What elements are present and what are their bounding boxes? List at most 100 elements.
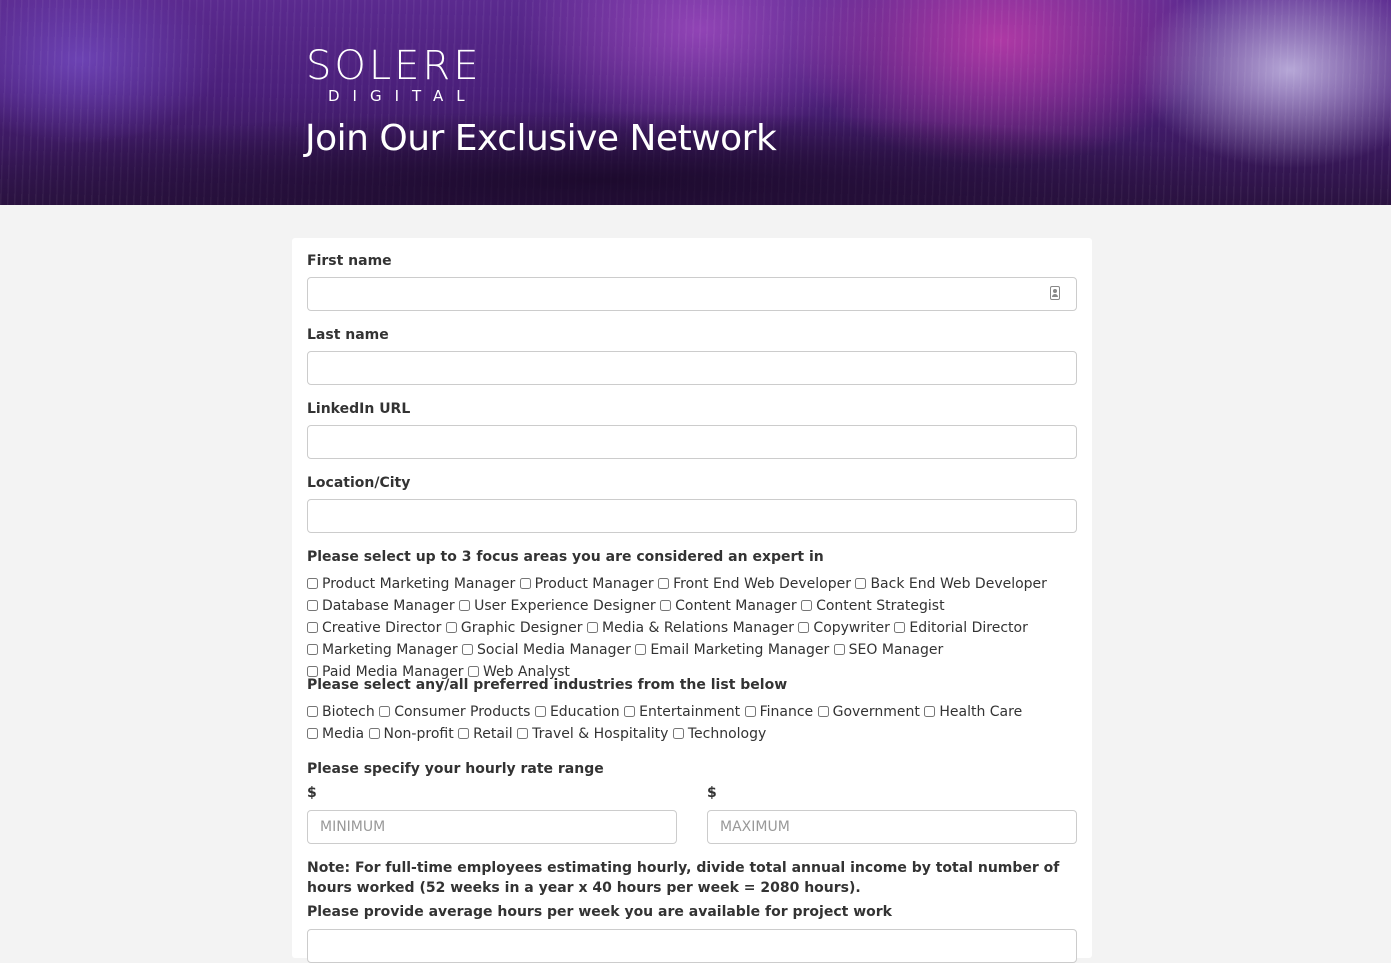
checkbox-option[interactable]: Back End Web Developer: [855, 576, 1047, 592]
logo-sub-text: DIGITAL: [328, 87, 478, 105]
checkbox-option[interactable]: Non-profit: [368, 726, 454, 742]
checkbox[interactable]: [519, 578, 531, 589]
checkbox-label: Creative Director: [322, 620, 442, 636]
checkbox[interactable]: [458, 728, 470, 739]
hourly-note: Note: For full-time employees estimating…: [307, 860, 1060, 896]
checkbox[interactable]: [459, 600, 471, 611]
min-rate-field[interactable]: [307, 810, 677, 844]
checkbox[interactable]: [307, 644, 318, 655]
checkbox-option[interactable]: Social Media Manager: [462, 642, 631, 658]
checkbox[interactable]: [586, 622, 598, 633]
checkbox-option[interactable]: Front End Web Developer: [658, 576, 851, 592]
checkbox[interactable]: [833, 644, 845, 655]
checkbox-option[interactable]: SEO Manager: [833, 642, 944, 658]
checkbox-option[interactable]: User Experience Designer: [459, 598, 656, 614]
checkbox[interactable]: [307, 666, 318, 677]
checkbox-option[interactable]: Health Care: [924, 704, 1022, 720]
checkbox-label: Editorial Director: [909, 620, 1028, 636]
availability-hours-label: Please provide average hours per week yo…: [307, 904, 892, 920]
checkbox-label: Entertainment: [639, 704, 741, 720]
checkbox[interactable]: [744, 706, 756, 717]
location-field[interactable]: [307, 499, 1077, 533]
checkbox[interactable]: [379, 706, 391, 717]
checkbox-option[interactable]: Technology: [672, 726, 767, 742]
availability-hours-input[interactable]: [308, 930, 1076, 962]
checkbox-option[interactable]: Email Marketing Manager: [635, 642, 829, 658]
checkbox[interactable]: [467, 666, 479, 677]
last-name-field[interactable]: [307, 351, 1077, 385]
checkbox-option[interactable]: Entertainment: [624, 704, 740, 720]
checkbox[interactable]: [672, 728, 684, 739]
linkedin-field[interactable]: [307, 425, 1077, 459]
checkbox-label: Non-profit: [383, 726, 454, 742]
checkbox[interactable]: [635, 644, 647, 655]
checkbox-option[interactable]: Finance: [744, 704, 813, 720]
first-name-field[interactable]: [307, 277, 1077, 311]
checkbox-option[interactable]: Graphic Designer: [445, 620, 583, 636]
checkbox[interactable]: [801, 600, 813, 611]
checkbox-option[interactable]: Content Strategist: [801, 598, 945, 614]
checkbox-label: Marketing Manager: [322, 642, 458, 658]
checkbox-label: Social Media Manager: [477, 642, 631, 658]
checkbox-option[interactable]: Content Manager: [660, 598, 797, 614]
checkbox-label: Media & Relations Manager: [601, 620, 794, 636]
checkbox-option[interactable]: Product Manager: [519, 576, 654, 592]
checkbox-label: Technology: [687, 726, 767, 742]
checkbox-option[interactable]: Marketing Manager: [307, 642, 458, 658]
max-rate-field[interactable]: [707, 810, 1077, 844]
checkbox-label: Travel & Hospitality: [532, 726, 669, 742]
availability-hours-field[interactable]: [307, 929, 1077, 963]
checkbox[interactable]: [307, 728, 318, 739]
checkbox-option[interactable]: Product Marketing Manager: [307, 576, 515, 592]
checkbox[interactable]: [307, 600, 318, 611]
checkbox[interactable]: [624, 706, 636, 717]
checkbox-option[interactable]: Consumer Products: [379, 704, 530, 720]
checkbox-option[interactable]: Travel & Hospitality: [517, 726, 668, 742]
checkbox-option[interactable]: Education: [534, 704, 620, 720]
checkbox[interactable]: [368, 728, 380, 739]
location-input[interactable]: [308, 500, 1076, 532]
checkbox[interactable]: [660, 600, 672, 611]
checkbox[interactable]: [855, 578, 867, 589]
checkbox[interactable]: [307, 706, 318, 717]
checkbox[interactable]: [517, 728, 529, 739]
checkbox-option[interactable]: Database Manager: [307, 598, 455, 614]
checkbox[interactable]: [894, 622, 906, 633]
checkbox-label: Media: [322, 726, 365, 742]
checkbox-label: SEO Manager: [848, 642, 944, 658]
checkbox-label: Education: [549, 704, 620, 720]
last-name-input[interactable]: [308, 352, 1076, 384]
min-rate-input[interactable]: [308, 811, 676, 843]
last-name-label: Last name: [307, 327, 389, 343]
checkbox[interactable]: [534, 706, 546, 717]
autofill-contact-icon[interactable]: [1050, 286, 1060, 300]
checkbox-option[interactable]: Media & Relations Manager: [586, 620, 794, 636]
first-name-label: First name: [307, 253, 392, 269]
checkbox[interactable]: [798, 622, 810, 633]
checkbox-label: Government: [832, 704, 920, 720]
checkbox-option[interactable]: Retail: [458, 726, 513, 742]
checkbox[interactable]: [445, 622, 457, 633]
checkbox[interactable]: [462, 644, 474, 655]
linkedin-input[interactable]: [308, 426, 1076, 458]
checkbox-option[interactable]: Copywriter: [798, 620, 890, 636]
checkbox[interactable]: [817, 706, 829, 717]
checkbox-label: Copywriter: [813, 620, 890, 636]
checkbox-label: Database Manager: [322, 598, 455, 614]
checkbox-option[interactable]: Government: [817, 704, 920, 720]
focus-areas-label: Please select up to 3 focus areas you ar…: [307, 549, 824, 565]
checkbox-option[interactable]: Media: [307, 726, 364, 742]
checkbox[interactable]: [307, 578, 318, 589]
checkbox[interactable]: [924, 706, 936, 717]
first-name-input[interactable]: [308, 278, 1076, 310]
checkbox-option[interactable]: Editorial Director: [894, 620, 1028, 636]
checkbox[interactable]: [307, 622, 318, 633]
checkbox[interactable]: [658, 578, 670, 589]
max-rate-input[interactable]: [708, 811, 1076, 843]
focus-areas-checkbox-group: Product Marketing Manager Product Manage…: [307, 573, 1077, 683]
max-currency-label: $: [707, 785, 717, 801]
checkbox-option[interactable]: Creative Director: [307, 620, 441, 636]
checkbox-label: Product Marketing Manager: [322, 576, 516, 592]
checkbox-option[interactable]: Biotech: [307, 704, 375, 720]
checkbox-label: Biotech: [322, 704, 375, 720]
